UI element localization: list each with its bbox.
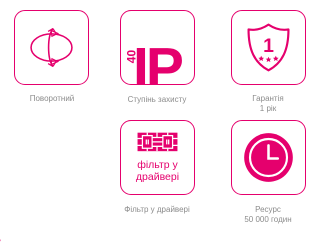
warranty-caption-line1: Гарантія (252, 94, 284, 103)
feature-caption-warranty: Гарантія 1 рік (213, 94, 322, 114)
feature-tile-lifetime (231, 120, 306, 195)
feature-tile-driver-filter: фільтр у драйвері (120, 120, 195, 195)
ip-code: IP (133, 36, 184, 85)
feature-tile-ip-rating: 40 IP (120, 10, 195, 85)
driver-filter-icon (137, 132, 178, 152)
lifetime-caption-line2: 50 000 годин (244, 215, 292, 224)
driver-filter-line2: драйвері (135, 171, 180, 183)
warranty-caption-line2: 1 рік (259, 104, 277, 113)
driver-filter-label: фільтр у драйвері (121, 159, 194, 183)
feature-caption-ip-rating: Ступінь захисту (127, 95, 187, 104)
rotation-sphere-icon (30, 27, 73, 68)
feature-caption-driver-filter: Фільтр у драйвері (124, 205, 190, 214)
warranty-shield-icon: 1 (247, 23, 290, 72)
ip-rating-icon: 40 IP (121, 11, 194, 85)
feature-tile-warranty: 1 (231, 10, 306, 85)
warranty-number: 1 (263, 35, 274, 57)
feature-caption-rotation: Поворотний (29, 94, 75, 103)
corner-mark: ∙ (0, 236, 4, 247)
driver-filter-line1: фільтр у (137, 159, 178, 171)
lifetime-caption-line1: Ресурс (255, 205, 281, 214)
clock-icon (244, 133, 293, 182)
feature-tile-rotation (14, 10, 89, 85)
feature-caption-lifetime: Ресурс 50 000 годин (213, 205, 322, 225)
